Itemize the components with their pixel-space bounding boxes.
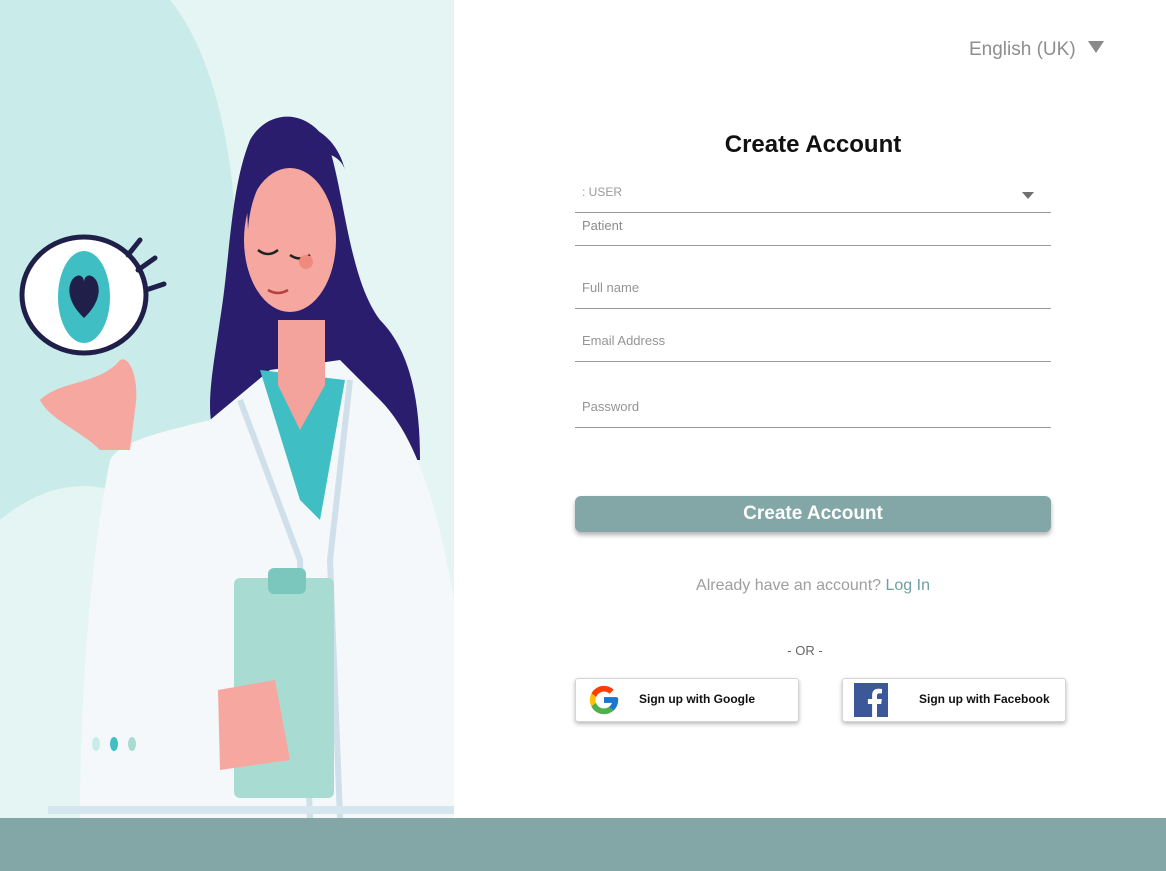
email-field[interactable] [575, 325, 1051, 362]
role-value-field[interactable]: Patient [575, 213, 1051, 246]
google-logo-icon [589, 685, 619, 715]
page-title: Create Account [724, 131, 902, 158]
facebook-signup-label: Sign up with Facebook [919, 692, 1050, 706]
doctor-illustration-art [0, 0, 454, 818]
role-value: Patient [582, 218, 623, 233]
login-prompt: Already have an account? [696, 577, 882, 594]
footer-bar [0, 818, 1166, 871]
email-input[interactable] [582, 333, 1042, 348]
create-account-button[interactable]: Create Account [575, 496, 1051, 532]
facebook-logo-icon [854, 683, 888, 717]
login-prompt-line: Already have an account? Log In [575, 577, 1051, 595]
role-select[interactable]: : USER [575, 178, 1051, 213]
google-signup-button[interactable]: Sign up with Google [575, 678, 799, 722]
password-field[interactable] [575, 391, 1051, 428]
google-signup-label: Sign up with Google [639, 692, 755, 706]
language-dropdown[interactable]: English (UK) [969, 36, 1104, 64]
or-divider: - OR - [787, 643, 823, 658]
role-label: : USER [582, 185, 623, 199]
language-label: English (UK) [969, 39, 1076, 60]
login-link[interactable]: Log In [885, 577, 929, 594]
chevron-down-icon [1022, 192, 1034, 199]
facebook-signup-button[interactable]: Sign up with Facebook [842, 678, 1066, 722]
caret-down-icon [1087, 41, 1104, 53]
doctor-illustration [0, 0, 454, 818]
password-input[interactable] [582, 399, 1042, 414]
full-name-field[interactable] [575, 272, 1051, 309]
full-name-input[interactable] [582, 280, 1042, 295]
